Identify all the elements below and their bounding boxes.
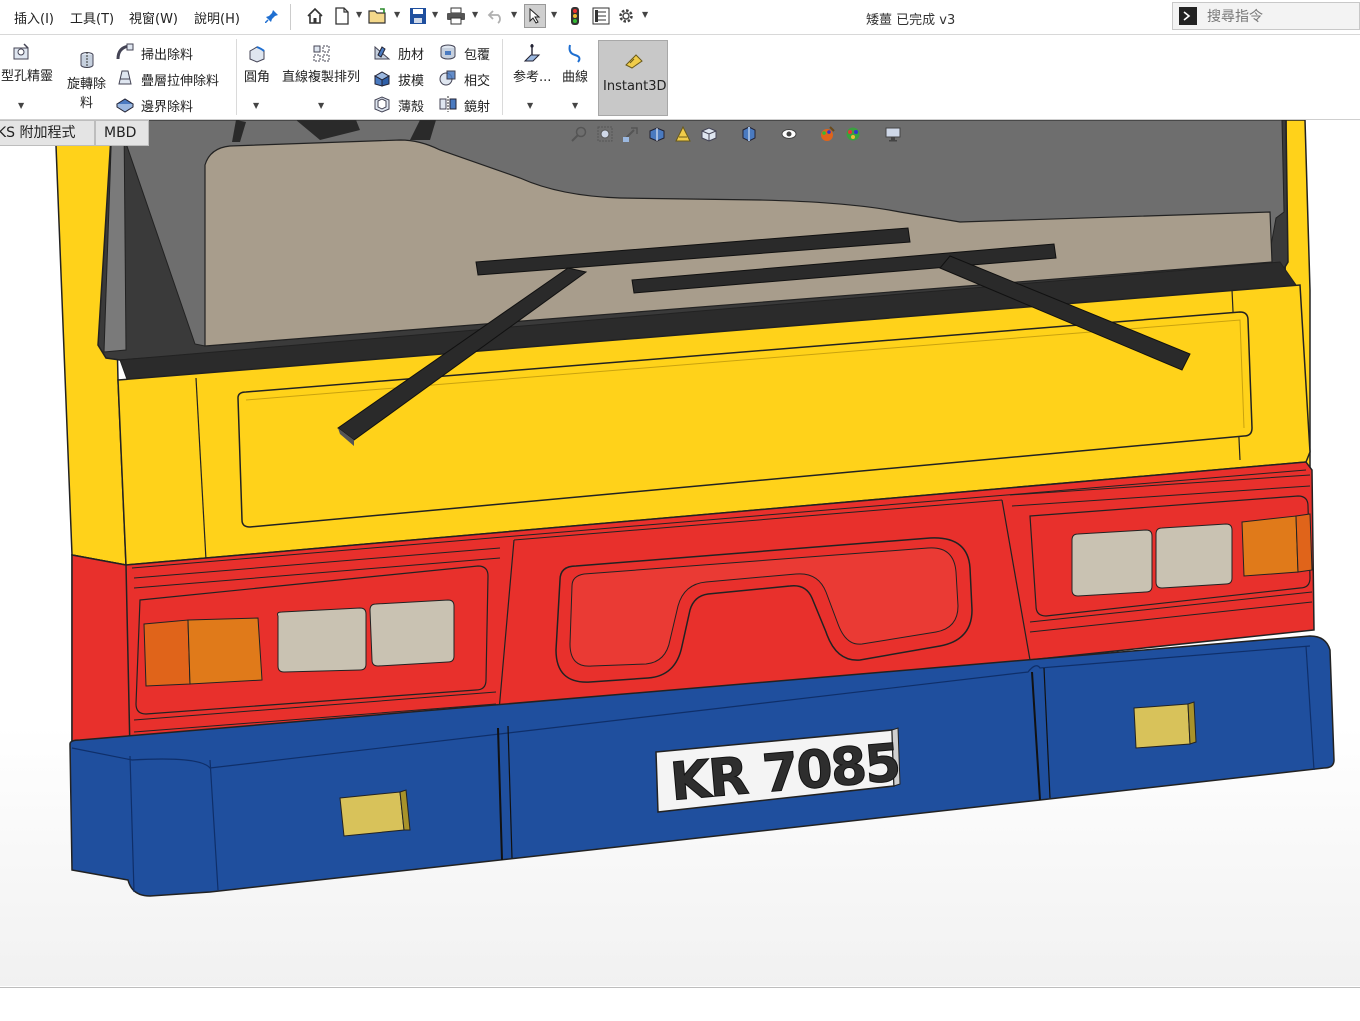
save-dropdown-icon[interactable]: ▼ — [432, 10, 438, 19]
print-dropdown-icon[interactable]: ▼ — [472, 10, 478, 19]
file-properties-icon[interactable] — [591, 6, 611, 26]
view-orientation-icon[interactable] — [700, 125, 720, 145]
rib-label[interactable]: 肋材 — [398, 44, 424, 63]
instant3d-button[interactable]: Instant3D — [598, 40, 668, 116]
open-folder-icon[interactable] — [368, 6, 388, 26]
left-reverse-lamp-2 — [369, 599, 455, 667]
undo-dropdown-icon[interactable]: ▼ — [511, 10, 517, 19]
rib-icon[interactable] — [373, 43, 391, 61]
tab-mbd[interactable]: MBD — [95, 120, 149, 146]
revolved-cut-icon[interactable] — [78, 51, 96, 69]
section-view-icon[interactable] — [648, 125, 668, 145]
select-cursor-icon[interactable] — [524, 4, 546, 28]
undo-icon[interactable] — [486, 6, 506, 26]
linear-pattern-label[interactable]: 直線複製排列 — [282, 66, 360, 85]
shell-label[interactable]: 薄殼 — [398, 96, 424, 115]
left-reflector — [339, 791, 405, 837]
rebuild-traffic-light-icon[interactable] — [565, 6, 585, 26]
hole-wizard-label[interactable]: 型孔精靈 — [1, 65, 53, 84]
swept-cut-icon[interactable] — [116, 43, 134, 61]
menu-help[interactable]: 說明(H) — [194, 8, 240, 27]
intersect-icon[interactable] — [439, 69, 457, 87]
right-reflector — [1133, 703, 1191, 749]
new-dropdown-icon[interactable]: ▼ — [356, 10, 362, 19]
instant3d-label: Instant3D — [603, 79, 667, 94]
mirror-label[interactable]: 鏡射 — [464, 96, 490, 115]
left-indicator-outer — [143, 619, 191, 687]
intersect-label[interactable]: 相交 — [464, 70, 490, 89]
right-reverse-lamp-1 — [1071, 529, 1153, 597]
draft-label[interactable]: 拔模 — [398, 70, 424, 89]
swept-cut-label[interactable]: 掃出除料 — [141, 44, 193, 63]
apply-scene-icon[interactable] — [844, 125, 864, 145]
hide-show-items-icon[interactable] — [780, 125, 800, 145]
menu-insert[interactable]: 插入(I) — [14, 8, 54, 27]
reference-dropdown-icon[interactable]: ▼ — [527, 101, 533, 110]
command-manager-ribbon: 型孔精靈 ▼ 旋轉除 料 掃出除料 疊層拉伸除料 邊界除料 圓角 ▼ 直線複製排… — [0, 35, 1360, 120]
search-input[interactable] — [1205, 6, 1359, 28]
pin-icon[interactable] — [262, 6, 282, 26]
linear-pattern-icon[interactable] — [313, 45, 331, 63]
ribbon-divider — [502, 39, 503, 115]
curves-dropdown-icon[interactable]: ▼ — [572, 101, 578, 110]
status-bar — [0, 987, 1360, 1021]
reference-geometry-label[interactable]: 参考... — [513, 66, 551, 85]
options-dropdown-icon[interactable]: ▼ — [642, 10, 648, 19]
fillet-label[interactable]: 圓角 — [244, 66, 270, 85]
wrap-icon[interactable] — [439, 43, 457, 61]
view-settings-icon[interactable] — [884, 125, 904, 145]
fillet-icon[interactable] — [248, 45, 266, 63]
menu-window[interactable]: 視窗(W) — [129, 8, 178, 27]
mirror-icon[interactable] — [439, 95, 457, 113]
hole-wizard-icon[interactable] — [12, 43, 30, 61]
right-indicator — [1241, 515, 1299, 577]
shell-icon[interactable] — [373, 95, 391, 113]
fillet-dropdown-icon[interactable]: ▼ — [253, 101, 259, 110]
tab-addins[interactable]: KS 附加程式 — [0, 120, 95, 146]
options-gear-icon[interactable] — [616, 6, 636, 26]
bus-rear-model: KR 7085 — [54, 120, 1335, 897]
zoom-to-fit-icon[interactable] — [570, 125, 590, 145]
curves-icon[interactable] — [566, 43, 584, 63]
ribbon-divider — [236, 39, 237, 115]
menu-tools[interactable]: 工具(T) — [70, 8, 114, 27]
boundary-cut-icon[interactable] — [116, 95, 134, 113]
revolved-cut-label-2[interactable]: 料 — [80, 92, 93, 111]
right-reverse-lamp-2 — [1155, 523, 1233, 589]
divider — [290, 4, 291, 30]
dynamic-annotation-icon[interactable] — [674, 125, 694, 145]
command-prompt-icon — [1179, 7, 1197, 25]
reference-geometry-icon[interactable] — [523, 43, 541, 62]
previous-view-icon[interactable] — [622, 125, 642, 145]
document-title: 矮薑 已完成 v3 — [866, 13, 956, 28]
wrap-label[interactable]: 包覆 — [464, 44, 490, 63]
new-document-icon[interactable] — [332, 6, 352, 26]
hole-wizard-dropdown-icon[interactable]: ▼ — [18, 101, 24, 110]
zoom-to-area-icon[interactable] — [596, 125, 616, 145]
revolved-cut-label[interactable]: 旋轉除 — [67, 73, 106, 92]
graphics-viewport[interactable]: KR 7085 — [0, 120, 1360, 986]
left-indicator — [187, 617, 263, 685]
print-icon[interactable] — [446, 6, 466, 26]
open-dropdown-icon[interactable]: ▼ — [394, 10, 400, 19]
boundary-cut-label[interactable]: 邊界除料 — [141, 96, 193, 115]
display-style-icon[interactable] — [740, 125, 760, 145]
menu-bar: 插入(I) 工具(T) 視窗(W) 說明(H) ▼ ▼ ▼ ▼ ▼ ▼ ▼ 矮薑… — [0, 0, 1360, 35]
curves-label[interactable]: 曲線 — [562, 66, 588, 85]
lofted-cut-icon[interactable] — [116, 69, 134, 87]
instant3d-icon — [624, 53, 644, 73]
select-dropdown-icon[interactable]: ▼ — [551, 10, 557, 19]
search-box[interactable] — [1172, 2, 1360, 30]
left-reverse-lamp-1 — [277, 607, 367, 673]
draft-icon[interactable] — [373, 69, 391, 87]
save-icon[interactable] — [408, 6, 428, 26]
lofted-cut-label[interactable]: 疊層拉伸除料 — [141, 70, 219, 89]
edit-appearance-icon[interactable] — [818, 125, 838, 145]
linear-pattern-dropdown-icon[interactable]: ▼ — [318, 101, 324, 110]
home-icon[interactable] — [305, 6, 325, 26]
